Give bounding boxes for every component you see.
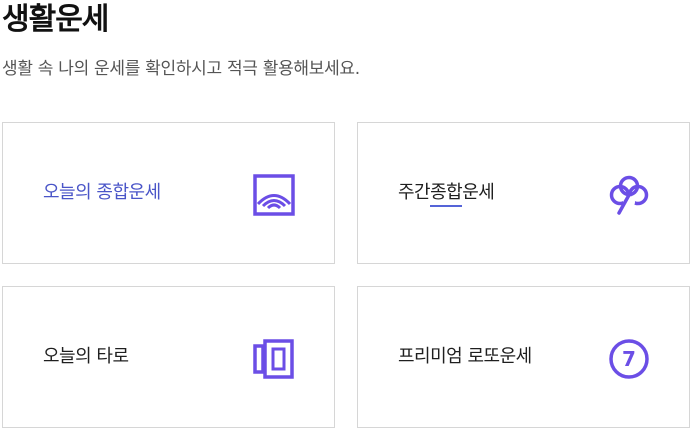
page-subtitle: 생활 속 나의 운세를 확인하시고 적극 활용해보세요.	[2, 59, 360, 79]
card-premium-lotto-fortune[interactable]: 프리미엄 로또운세 7	[357, 286, 690, 428]
card-label-underlined: 종합	[430, 182, 463, 207]
card-label: 오늘의 타로	[43, 346, 129, 367]
tarot-cards-icon	[252, 337, 296, 381]
sunrise-icon	[252, 173, 296, 217]
card-label: 오늘의 종합운세	[43, 182, 161, 203]
card-today-tarot[interactable]: 오늘의 타로	[2, 286, 335, 428]
lotto-number-icon: 7	[607, 337, 651, 381]
card-label: 프리미엄 로또운세	[398, 346, 532, 367]
card-weekly-total-fortune[interactable]: 주간종합운세	[357, 122, 690, 264]
page-title: 생활운세	[2, 2, 109, 37]
lotto-number-text: 7	[622, 347, 636, 371]
card-label: 주간종합운세	[398, 181, 495, 207]
clover-icon	[607, 173, 651, 217]
card-today-total-fortune[interactable]: 오늘의 종합운세	[2, 122, 335, 264]
